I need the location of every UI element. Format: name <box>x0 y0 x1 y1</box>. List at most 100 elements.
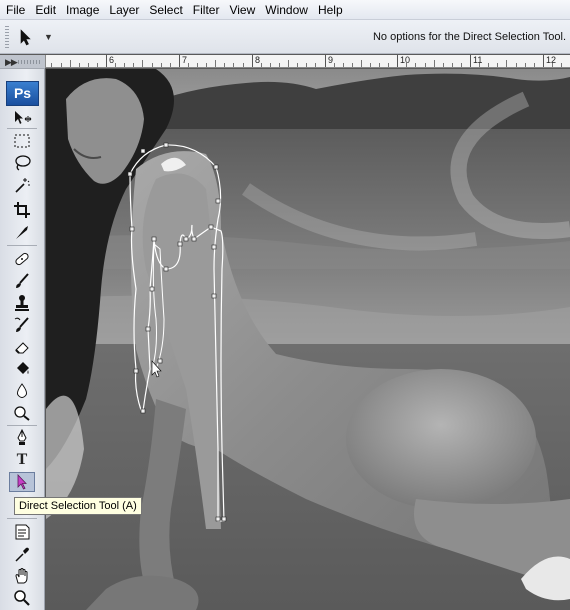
crop-icon <box>14 202 30 218</box>
ruler-minor-tick <box>461 63 462 67</box>
ruler-minor-tick <box>79 63 80 67</box>
clone-stamp-tool[interactable] <box>9 293 35 313</box>
photoshop-logo[interactable]: Ps <box>6 81 39 106</box>
ruler-label-8: 8 <box>255 55 261 65</box>
chevron-down-icon: ▼ <box>44 32 53 42</box>
ruler-tick <box>325 55 326 67</box>
ruler-minor-tick <box>188 63 189 67</box>
brush-icon <box>16 273 29 288</box>
ruler-minor-tick <box>434 60 435 67</box>
ruler-minor-tick <box>516 63 517 67</box>
options-message: No options for the Direct Selection Tool… <box>372 31 566 43</box>
photoshop-window: File Edit Image Layer Select Filter View… <box>0 0 570 610</box>
notes-tool[interactable] <box>9 522 35 542</box>
bandage-icon <box>15 252 29 266</box>
ruler-minor-tick <box>306 63 307 67</box>
menu-view[interactable]: View <box>224 0 260 20</box>
tool-tooltip: Direct Selection Tool (A) <box>14 497 142 515</box>
expand-icon[interactable]: ▶▶ <box>5 55 18 69</box>
ruler-minor-tick <box>415 63 416 67</box>
hand-tool[interactable] <box>9 566 35 586</box>
ruler-tick <box>470 55 471 67</box>
menu-select[interactable]: Select <box>144 0 187 20</box>
move-tool[interactable] <box>9 109 35 129</box>
ruler-minor-tick <box>61 63 62 67</box>
history-brush-tool[interactable] <box>9 315 35 335</box>
ruler-minor-tick <box>270 63 271 67</box>
ruler-tick <box>252 55 253 67</box>
ruler-minor-tick <box>152 63 153 67</box>
bucket-icon <box>17 362 29 374</box>
slice-tool[interactable] <box>9 222 35 242</box>
arrow-cursor-icon <box>20 29 31 46</box>
ruler-minor-tick <box>288 60 289 67</box>
horizontal-ruler[interactable]: 6 7 8 9 10 11 12 <box>46 55 570 68</box>
dodge-icon <box>14 406 30 421</box>
paint-bucket-tool[interactable] <box>9 359 35 379</box>
stamp-icon <box>15 295 29 311</box>
ruler-minor-tick <box>425 63 426 67</box>
toolbox-header[interactable]: ▶▶ <box>0 55 45 69</box>
ruler-minor-tick <box>279 63 280 67</box>
eraser-tool[interactable] <box>9 337 35 357</box>
direct-selection-icon <box>17 473 27 490</box>
ruler-minor-tick <box>552 63 553 67</box>
lasso-tool[interactable] <box>9 153 35 173</box>
magic-wand-tool[interactable] <box>9 175 35 195</box>
toolbox-divider <box>7 425 37 426</box>
marquee-tool[interactable] <box>9 131 35 151</box>
zoom-icon <box>14 590 30 606</box>
ruler-minor-tick <box>406 63 407 67</box>
ruler-minor-tick <box>97 63 98 67</box>
ruler-minor-tick <box>297 63 298 67</box>
eyedropper-tool[interactable] <box>9 544 35 564</box>
tool-preset-picker[interactable]: ▼ <box>13 26 53 48</box>
ruler-tick <box>179 55 180 67</box>
ruler-minor-tick <box>525 63 526 67</box>
ruler-minor-tick <box>443 63 444 67</box>
ruler-label-6: 6 <box>109 55 115 65</box>
pen-icon <box>17 429 27 445</box>
ruler-tick <box>106 55 107 67</box>
ruler-minor-tick <box>161 63 162 67</box>
eyedropper-icon <box>15 547 29 562</box>
options-bar: ▼ No options for the Direct Selection To… <box>0 20 570 54</box>
zoom-tool[interactable] <box>9 588 35 608</box>
ruler-minor-tick <box>352 63 353 67</box>
toolbox-divider <box>7 245 37 246</box>
blur-tool[interactable] <box>9 381 35 401</box>
direct-selection-tool[interactable] <box>9 472 35 492</box>
menu-image[interactable]: Image <box>61 0 104 20</box>
document-canvas[interactable] <box>46 69 570 610</box>
ruler-minor-tick <box>334 63 335 67</box>
ruler-minor-tick <box>88 63 89 67</box>
brush-tool[interactable] <box>9 271 35 291</box>
menu-edit[interactable]: Edit <box>30 0 61 20</box>
hip <box>346 369 536 509</box>
menu-layer[interactable]: Layer <box>104 0 144 20</box>
menu-filter[interactable]: Filter <box>188 0 225 20</box>
ruler-minor-tick <box>361 60 362 67</box>
pen-tool[interactable] <box>9 428 35 448</box>
crop-tool[interactable] <box>9 200 35 220</box>
menu-file[interactable]: File <box>0 0 30 20</box>
ruler-minor-tick <box>479 63 480 67</box>
menu-help[interactable]: Help <box>313 0 348 20</box>
ruler-minor-tick <box>379 63 380 67</box>
ruler-minor-tick <box>215 60 216 67</box>
healing-brush-tool[interactable] <box>9 249 35 269</box>
options-bar-grip[interactable] <box>5 26 9 48</box>
menu-window[interactable]: Window <box>260 0 313 20</box>
ruler-minor-tick <box>488 63 489 67</box>
ruler-minor-tick <box>343 63 344 67</box>
type-icon: T <box>16 451 28 468</box>
toolbox-grip[interactable] <box>18 60 40 64</box>
ruler-minor-tick <box>452 63 453 67</box>
ruler-minor-tick <box>561 63 562 67</box>
ruler-minor-tick <box>233 63 234 67</box>
ruler-minor-tick <box>315 63 316 67</box>
type-tool[interactable]: T <box>9 450 35 470</box>
dodge-tool[interactable] <box>9 403 35 423</box>
hand-icon <box>15 568 28 584</box>
ruler-label-10: 10 <box>400 55 411 65</box>
